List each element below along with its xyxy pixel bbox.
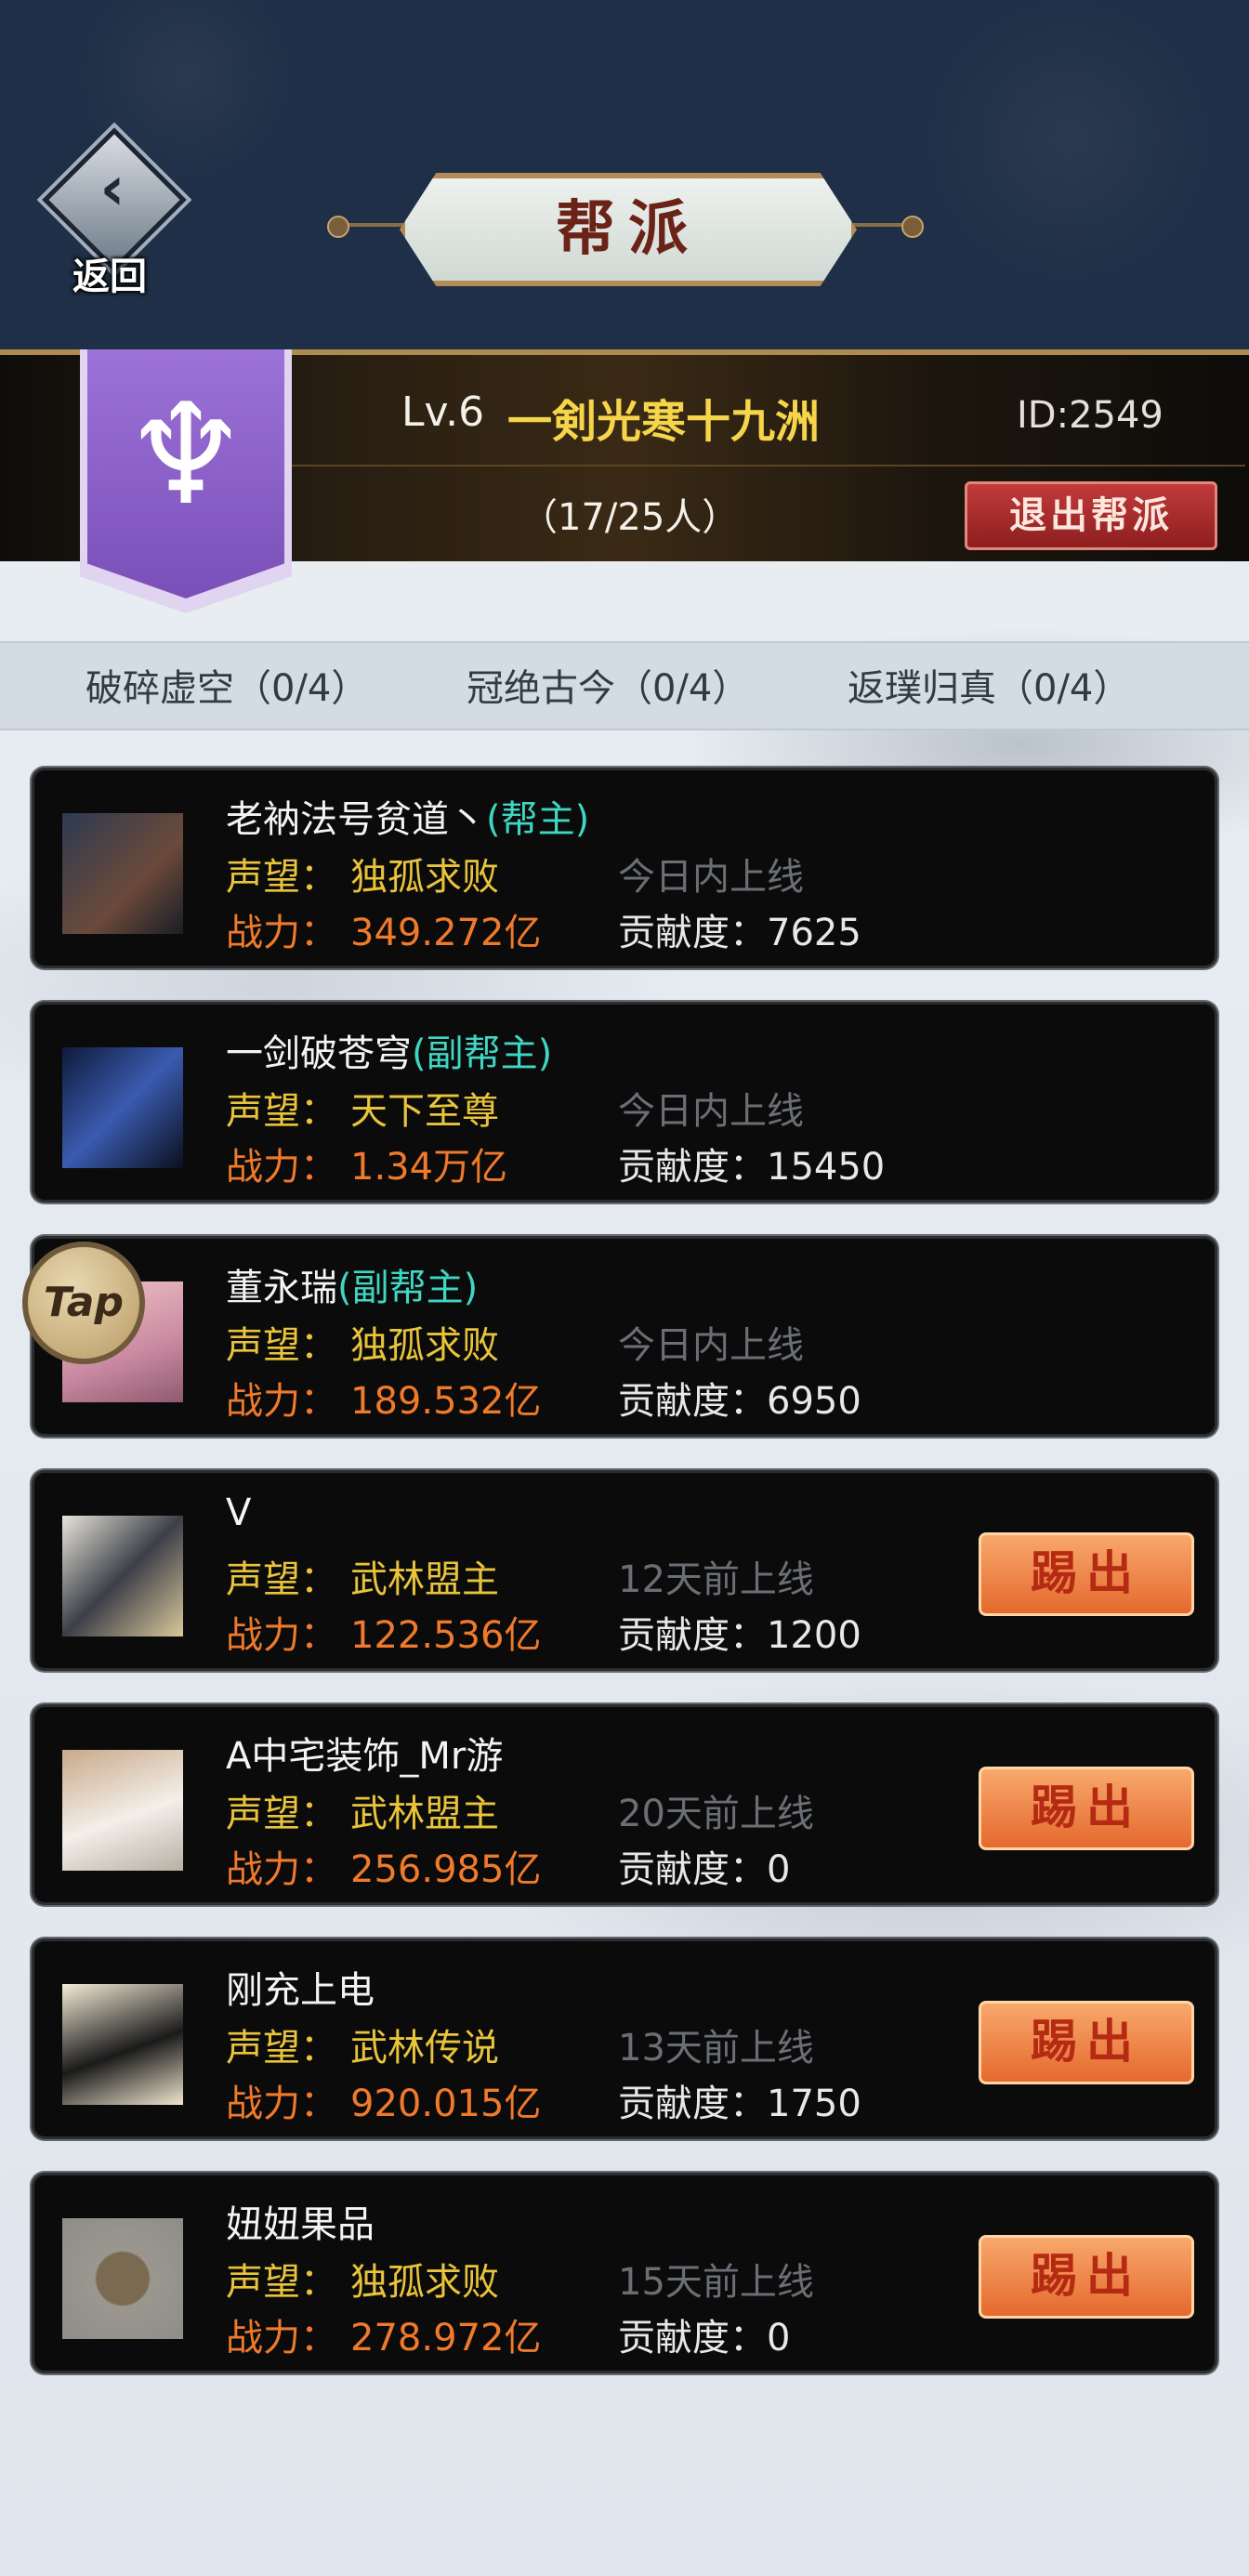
title-ornament-dot-left	[327, 216, 349, 238]
member-card[interactable]: V 声望： 武林盟主 战力： 122.536亿 12天前上线 贡献度：1200 …	[32, 1470, 1217, 1671]
member-last-online: 12天前上线	[618, 1558, 814, 1601]
member-last-online: 13天前上线	[618, 2027, 814, 2070]
guild-name: 一剣光寒十九洲	[507, 396, 821, 448]
member-reputation: 武林盟主	[350, 1793, 499, 1835]
member-last-online: 15天前上线	[618, 2261, 814, 2304]
member-last-online: 20天前上线	[618, 1793, 814, 1835]
member-role: (副帮主)	[412, 1032, 553, 1075]
kick-button[interactable]: 踢出	[979, 2001, 1194, 2084]
member-power: 278.972亿	[350, 2317, 542, 2359]
avatar[interactable]	[62, 1516, 183, 1636]
power-label: 战力：	[226, 912, 337, 954]
member-power: 122.536亿	[350, 1614, 542, 1657]
avatar[interactable]	[62, 1984, 183, 2105]
back-arrow-icon: ‹	[99, 152, 125, 224]
power-label: 战力：	[226, 2083, 337, 2125]
quit-guild-button[interactable]: 退出帮派	[965, 481, 1217, 550]
member-contribution: 贡献度：15450	[618, 1146, 886, 1189]
member-name: A中宅装饰_Mr游	[226, 1735, 504, 1778]
member-card[interactable]: 妞妞果品 声望： 独孤求败 战力： 278.972亿 15天前上线 贡献度：0 …	[32, 2173, 1217, 2373]
guild-member-count: （17/25人）	[520, 496, 740, 539]
power-label: 战力：	[226, 1848, 337, 1891]
member-name: V	[226, 1492, 252, 1534]
guild-level: Lv.6	[401, 388, 485, 436]
kick-button[interactable]: 踢出	[979, 1767, 1194, 1850]
reputation-label: 声望：	[226, 2027, 337, 2070]
member-reputation: 独孤求败	[350, 2261, 499, 2304]
member-name: 董永瑞(副帮主)	[226, 1267, 479, 1309]
avatar[interactable]	[62, 1750, 183, 1871]
member-power: 256.985亿	[350, 1848, 542, 1891]
member-card[interactable]: 老衲法号贫道丶(帮主) 声望： 独孤求败 战力： 349.272亿 今日内上线 …	[32, 768, 1217, 968]
member-last-online: 今日内上线	[618, 1324, 804, 1367]
power-label: 战力：	[226, 1146, 337, 1189]
member-contribution: 贡献度：6950	[618, 1380, 861, 1423]
kick-button[interactable]: 踢出	[979, 2235, 1194, 2319]
member-last-online: 今日内上线	[618, 856, 804, 899]
power-label: 战力：	[226, 1380, 337, 1423]
member-contribution: 贡献度：0	[618, 2317, 791, 2359]
page-title: 帮派	[556, 194, 701, 264]
avatar[interactable]	[62, 1047, 183, 1168]
member-contribution: 贡献度：7625	[618, 912, 861, 954]
tier-count-3: 返璞归真（0/4）	[848, 667, 1131, 710]
member-power: 920.015亿	[350, 2083, 542, 2125]
tap-assist-button[interactable]: Tap	[22, 1242, 145, 1364]
member-reputation: 武林盟主	[350, 1558, 499, 1601]
guild-id: ID:2549	[1017, 394, 1164, 437]
member-name: 老衲法号贫道丶(帮主)	[226, 798, 590, 841]
member-name: 刚充上电	[226, 1969, 375, 2012]
tier-count-2: 冠绝古今（0/4）	[467, 667, 750, 710]
member-card[interactable]: 董永瑞(副帮主) 声望： 独孤求败 战力： 189.532亿 今日内上线 贡献度…	[32, 1236, 1217, 1437]
reputation-label: 声望：	[226, 856, 337, 899]
member-card[interactable]: 刚充上电 声望： 武林传说 战力： 920.015亿 13天前上线 贡献度：17…	[32, 1939, 1217, 2139]
member-contribution: 贡献度：1200	[618, 1614, 861, 1657]
back-button[interactable]: ‹ 返回	[42, 127, 187, 307]
member-role: (帮主)	[486, 798, 590, 841]
avatar[interactable]	[62, 2218, 183, 2339]
member-power: 1.34万亿	[350, 1146, 508, 1189]
member-power: 349.272亿	[350, 912, 542, 954]
member-power: 189.532亿	[350, 1380, 542, 1423]
guild-info-divider	[279, 465, 1245, 467]
back-label: 返回	[72, 255, 147, 298]
power-label: 战力：	[226, 1614, 337, 1657]
tier-count-1: 破碎虚空（0/4）	[85, 667, 369, 710]
member-reputation: 独孤求败	[350, 856, 499, 899]
member-contribution: 贡献度：0	[618, 1848, 791, 1891]
member-last-online: 今日内上线	[618, 1090, 804, 1133]
power-label: 战力：	[226, 2317, 337, 2359]
title-ornament-dot-right	[901, 216, 924, 238]
kick-button[interactable]: 踢出	[979, 1532, 1194, 1616]
member-reputation: 天下至尊	[350, 1090, 499, 1133]
member-card[interactable]: 一剑破苍穹(副帮主) 声望： 天下至尊 战力： 1.34万亿 今日内上线 贡献度…	[32, 1002, 1217, 1203]
member-reputation: 独孤求败	[350, 1324, 499, 1367]
reputation-label: 声望：	[226, 2261, 337, 2304]
member-name: 妞妞果品	[226, 2203, 375, 2246]
reputation-label: 声望：	[226, 1558, 337, 1601]
reputation-label: 声望：	[226, 1793, 337, 1835]
reputation-label: 声望：	[226, 1090, 337, 1133]
sword-emblem-icon: ♆	[123, 375, 249, 536]
member-card[interactable]: A中宅装饰_Mr游 声望： 武林盟主 战力： 256.985亿 20天前上线 贡…	[32, 1704, 1217, 1905]
member-role: (副帮主)	[337, 1267, 479, 1309]
avatar[interactable]	[62, 813, 183, 934]
member-name: 一剑破苍穹(副帮主)	[226, 1032, 553, 1075]
member-contribution: 贡献度：1750	[618, 2083, 861, 2125]
reputation-label: 声望：	[226, 1324, 337, 1367]
member-reputation: 武林传说	[350, 2027, 499, 2070]
